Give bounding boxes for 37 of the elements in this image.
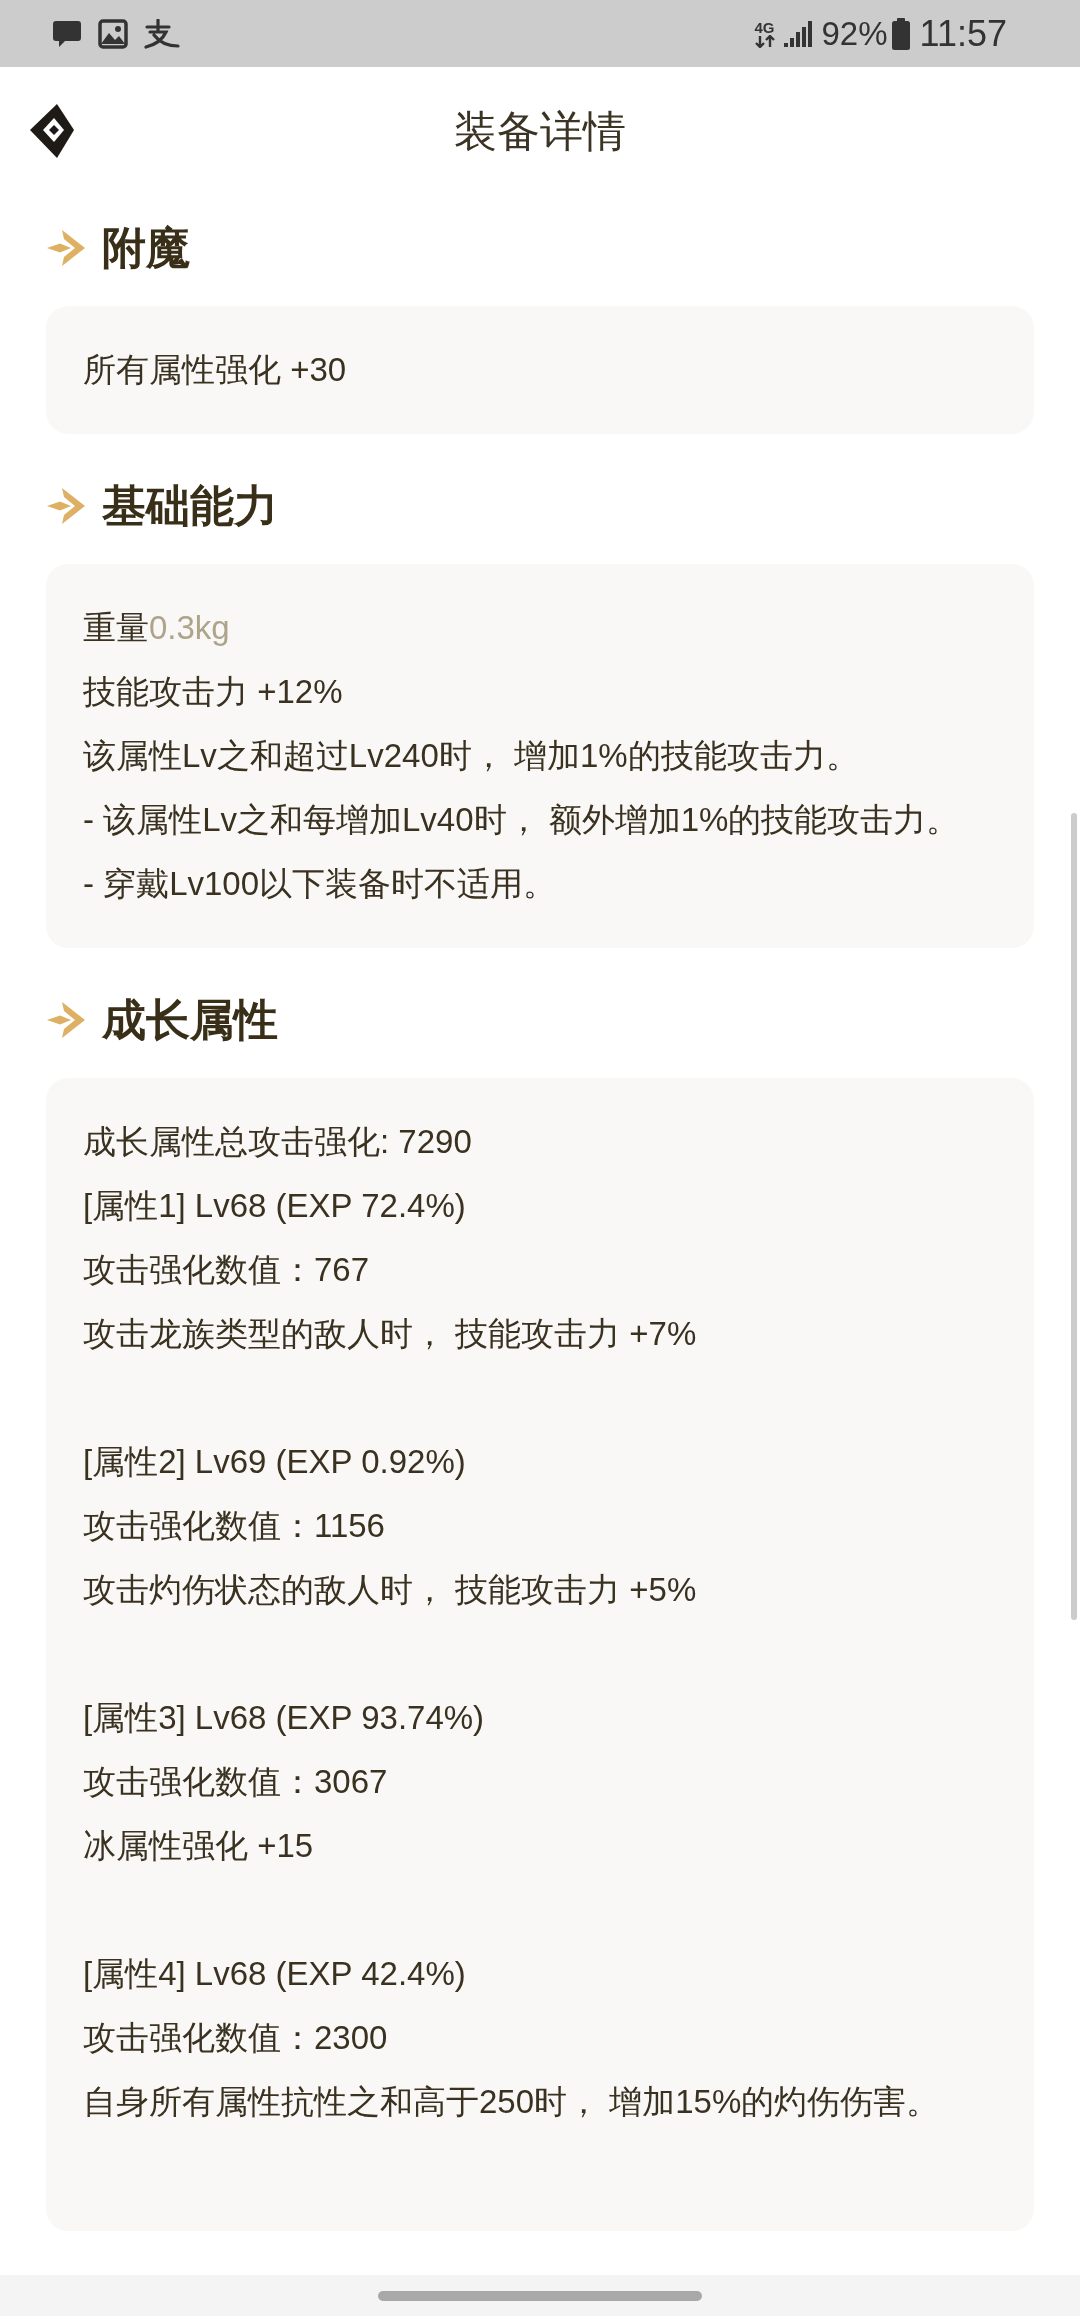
detail-text: - 穿戴Lv100以下装备时不适用。 [83, 864, 557, 904]
logo-icon [30, 104, 74, 158]
battery-percent-text: 92% [821, 14, 888, 53]
detail-text: 技能攻击力 +12% [83, 672, 343, 712]
detail-text: [属性4] Lv68 (EXP 42.4%) [83, 1954, 466, 1994]
weight-text: 重量0.3kg [83, 608, 230, 648]
image-icon [98, 18, 128, 49]
detail-text: 自身所有属性抗性之和高于250时， 增加15%的灼伤伤害。 [83, 2082, 940, 2122]
data-arrows-icon [753, 34, 776, 48]
home-indicator[interactable] [378, 2290, 702, 2301]
section-heading: 成长属性 [102, 994, 278, 1046]
detail-text: 成长属性总攻击强化: 7290 [83, 1122, 472, 1162]
clock-text: 11:57 [919, 13, 1007, 54]
section-arrow-icon [47, 1002, 85, 1038]
detail-text: - 该属性Lv之和每增加Lv40时， 额外增加1%的技能攻击力。 [83, 800, 960, 840]
battery-icon [891, 17, 910, 50]
section-arrow-icon [47, 230, 85, 266]
section-heading: 基础能力 [102, 480, 278, 532]
detail-text: [属性1] Lv68 (EXP 72.4%) [83, 1186, 466, 1226]
network-type-text: 4G [754, 19, 775, 35]
detail-text: [属性3] Lv68 (EXP 93.74%) [83, 1698, 485, 1738]
detail-text: 所有属性强化 +30 [83, 350, 347, 390]
section-heading: 附魔 [102, 222, 190, 274]
detail-text: 攻击强化数值：3067 [83, 1762, 388, 1802]
detail-text: 攻击龙族类型的敌人时， 技能攻击力 +7% [83, 1314, 697, 1354]
signal-icon [783, 20, 812, 47]
detail-text: 攻击强化数值：1156 [83, 1506, 385, 1546]
detail-text: 攻击灼伤状态的敌人时， 技能攻击力 +5% [83, 1570, 697, 1610]
chat-bubble-icon [52, 18, 82, 49]
section-arrow-icon [47, 488, 85, 524]
page-title: 装备详情 [454, 106, 626, 157]
detail-text: [属性2] Lv69 (EXP 0.92%) [83, 1442, 466, 1482]
detail-text: 攻击强化数值：767 [83, 1250, 370, 1290]
app-notification-icon [144, 18, 180, 49]
detail-text: 冰属性强化 +15 [83, 1826, 314, 1866]
detail-text: 该属性Lv之和超过Lv240时， 增加1%的技能攻击力。 [83, 736, 859, 776]
detail-text: 攻击强化数值：2300 [83, 2018, 388, 2058]
